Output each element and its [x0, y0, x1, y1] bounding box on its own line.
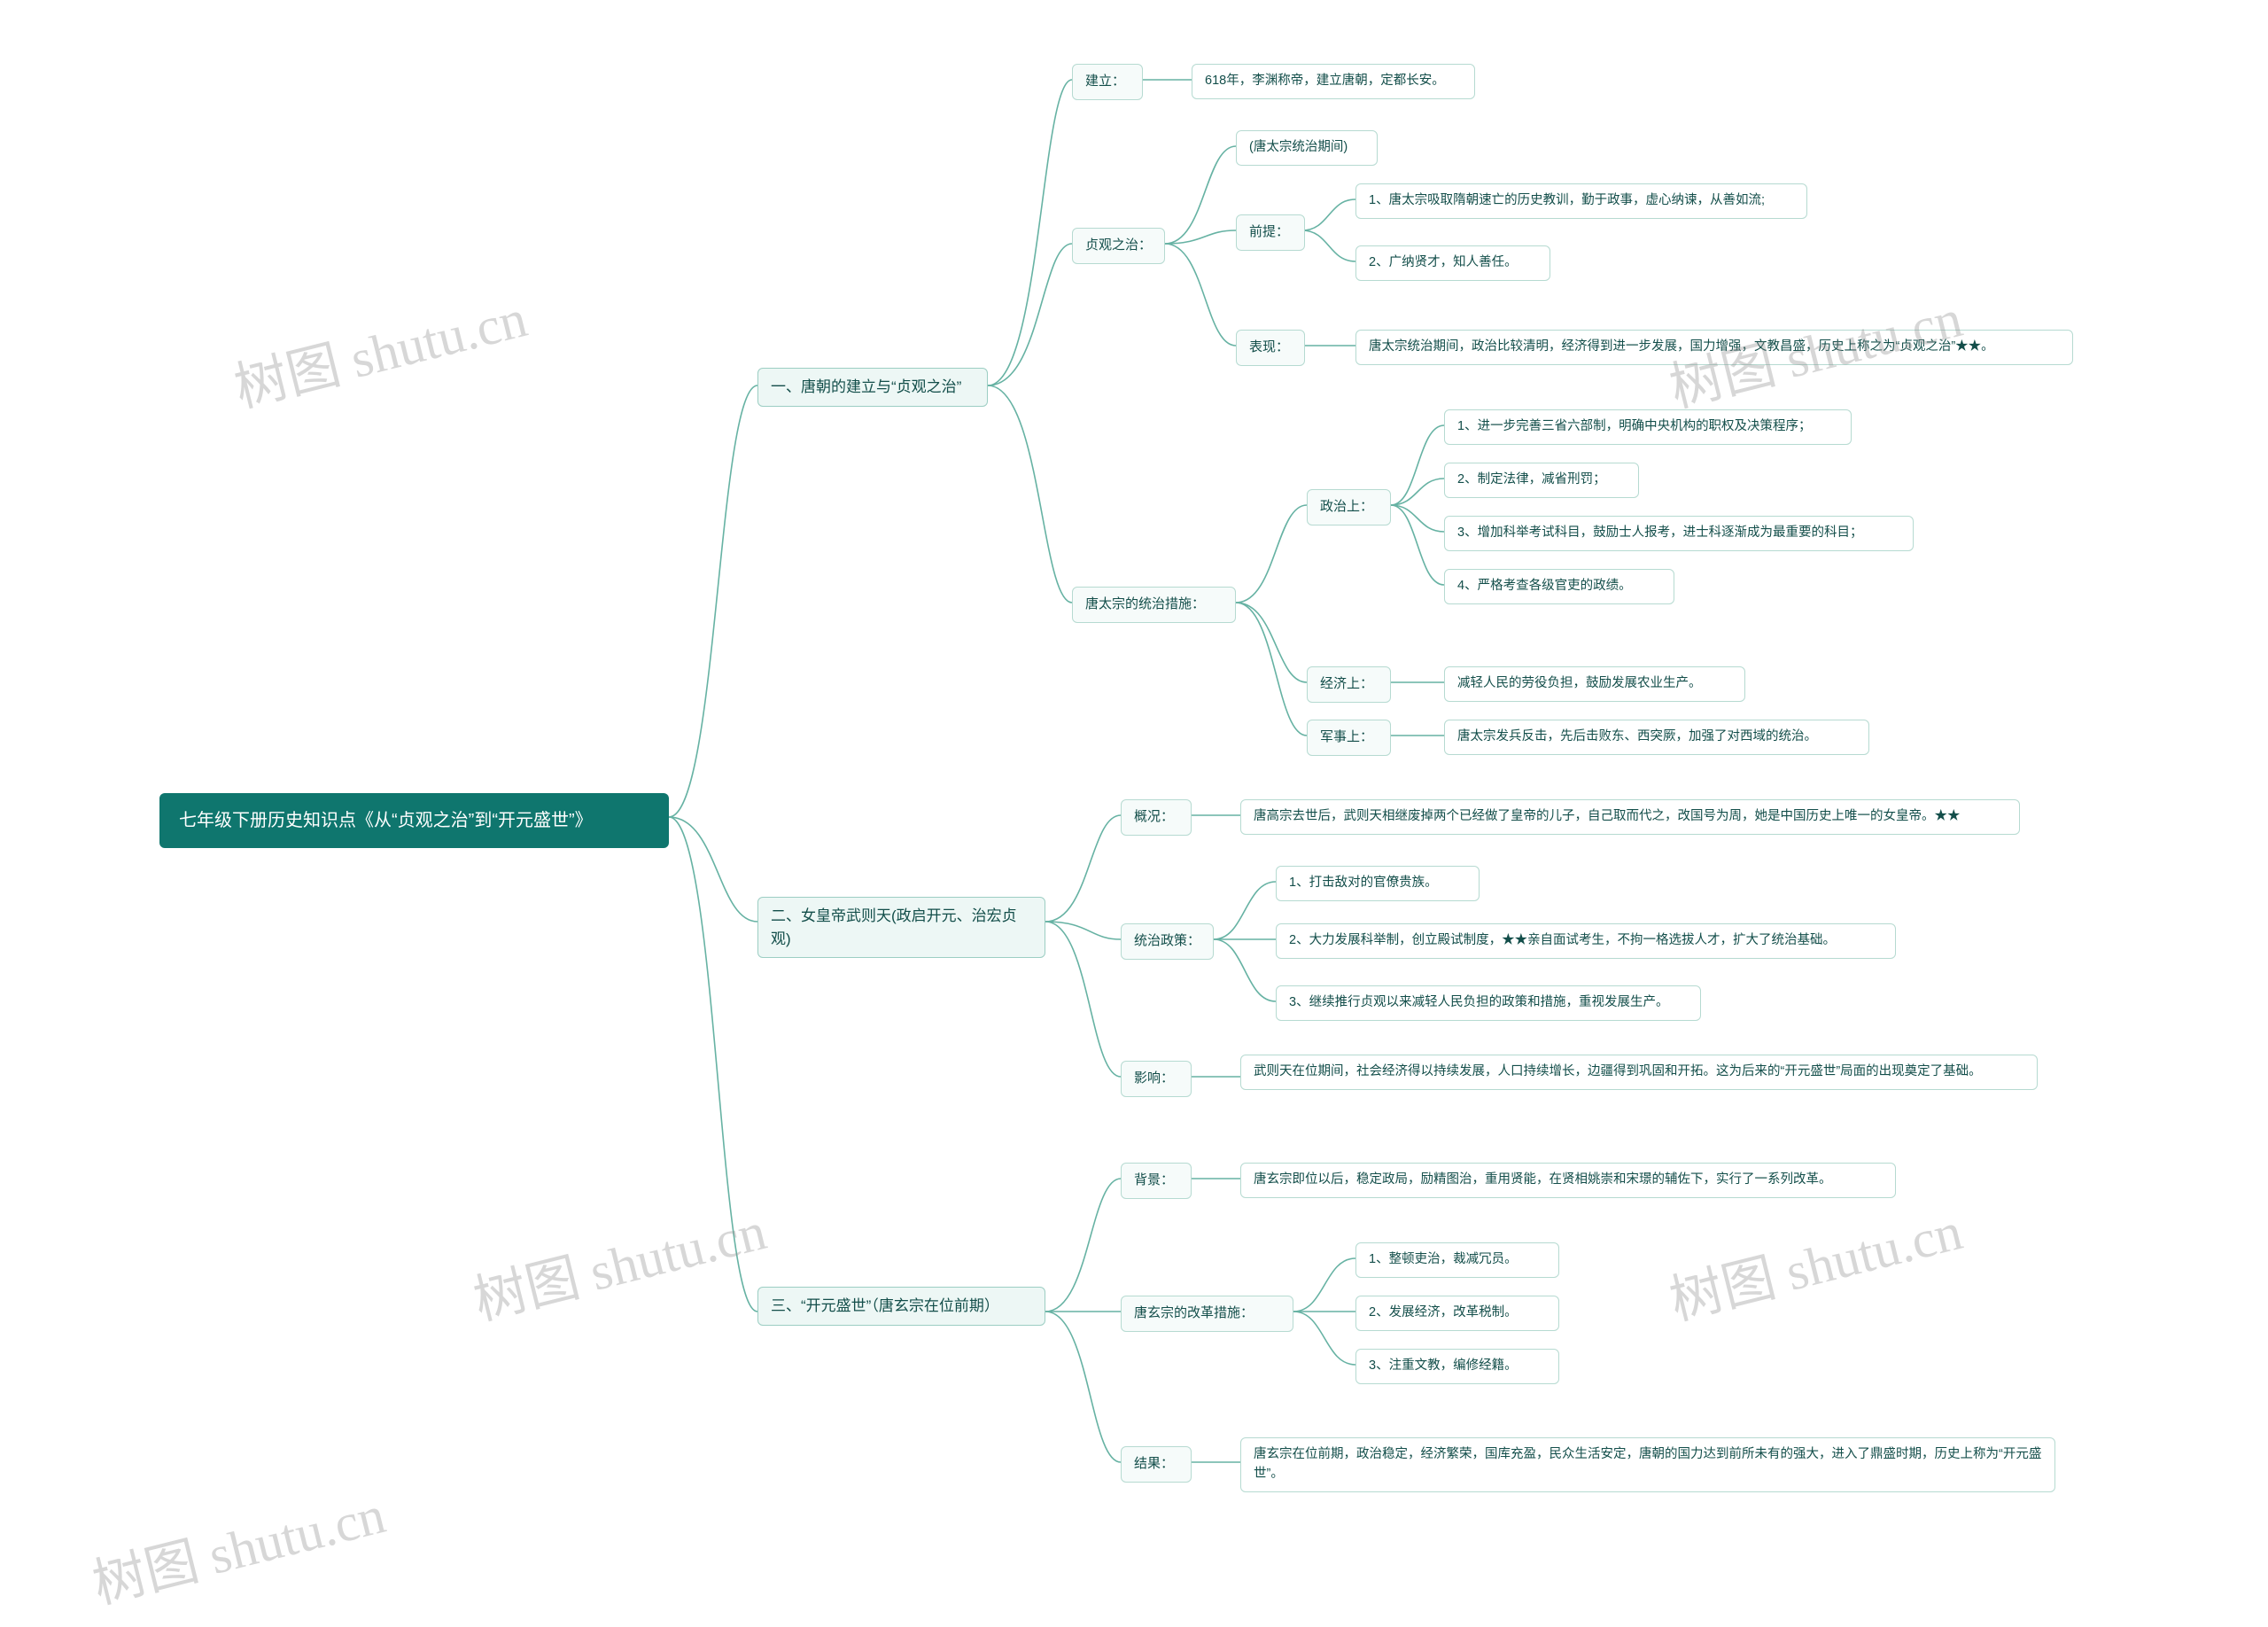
b1-measures-label[interactable]: 唐太宗的统治措施：	[1072, 587, 1236, 623]
b1-pol-4: 4、严格考查各级官吏的政绩。	[1444, 569, 1674, 604]
root-node[interactable]: 七年级下册历史知识点《从“贞观之治”到“开元盛世”》	[159, 793, 669, 848]
b3-result: 唐玄宗在位前期，政治稳定，经济繁荣，国库充盈，民众生活安定，唐朝的国力达到前所未…	[1240, 1437, 2055, 1492]
b1-establish-label[interactable]: 建立：	[1072, 64, 1143, 100]
branch-3[interactable]: 三、“开元盛世”（唐玄宗在位前期）	[757, 1287, 1045, 1326]
b1-pol-3: 3、增加科举考试科目，鼓励士人报考，进士科逐渐成为最重要的科目；	[1444, 516, 1914, 551]
b1-pre-1: 1、唐太宗吸取隋朝速亡的历史教训，勤于政事，虚心纳谏，从善如流;	[1355, 183, 1807, 219]
b1-perf-label[interactable]: 表现：	[1236, 330, 1305, 366]
b2-overview: 唐高宗去世后，武则天相继废掉两个已经做了皇帝的儿子，自己取而代之，改国号为周，她…	[1240, 799, 2020, 835]
b2-policy-2: 2、大力发展科举制，创立殿试制度，★★亲自面试考生，不拘一格选拔人才，扩大了统治…	[1276, 923, 1896, 959]
branch-1[interactable]: 一、唐朝的建立与“贞观之治”	[757, 368, 988, 407]
b2-overview-label[interactable]: 概况：	[1121, 799, 1192, 836]
b1-mil: 唐太宗发兵反击，先后击败东、西突厥，加强了对西域的统治。	[1444, 720, 1869, 755]
b1-pol-label[interactable]: 政治上：	[1307, 489, 1391, 525]
b2-policy-3: 3、继续推行贞观以来减轻人民负担的政策和措施，重视发展生产。	[1276, 985, 1701, 1021]
b2-impact: 武则天在位期间，社会经济得以持续发展，人口持续增长，边疆得到巩固和开拓。这为后来…	[1240, 1055, 2038, 1090]
b1-zhenguan-label[interactable]: 贞观之治：	[1072, 228, 1165, 264]
b1-eco: 减轻人民的劳役负担，鼓励发展农业生产。	[1444, 666, 1745, 702]
branch-2[interactable]: 二、女皇帝武则天(政启开元、治宏贞观)	[757, 897, 1045, 958]
b2-policy-1: 1、打击敌对的官僚贵族。	[1276, 866, 1480, 901]
b3-r1: 1、整顿吏治，裁减冗员。	[1355, 1242, 1559, 1278]
b2-policy-label[interactable]: 统治政策：	[1121, 923, 1214, 960]
b1-eco-label[interactable]: 经济上：	[1307, 666, 1391, 703]
b1-pol-1: 1、进一步完善三省六部制，明确中央机构的职权及决策程序；	[1444, 409, 1852, 445]
b3-result-label[interactable]: 结果：	[1121, 1446, 1192, 1483]
b1-pre-2: 2、广纳贤才，知人善任。	[1355, 245, 1550, 281]
b1-zhenguan-period: (唐太宗统治期间)	[1236, 130, 1378, 166]
b3-reform-label[interactable]: 唐玄宗的改革措施：	[1121, 1296, 1293, 1332]
b2-impact-label[interactable]: 影响：	[1121, 1061, 1192, 1097]
b1-perf: 唐太宗统治期间，政治比较清明，经济得到进一步发展，国力增强，文教昌盛，历史上称之…	[1355, 330, 2073, 365]
b3-bg: 唐玄宗即位以后，稳定政局，励精图治，重用贤能，在贤相姚崇和宋璟的辅佐下，实行了一…	[1240, 1163, 1896, 1198]
b3-r3: 3、注重文教，编修经籍。	[1355, 1349, 1559, 1384]
b1-establish-text: 618年，李渊称帝，建立唐朝，定都长安。	[1192, 64, 1475, 99]
b3-r2: 2、发展经济，改革税制。	[1355, 1296, 1559, 1331]
b1-pol-2: 2、制定法律，减省刑罚；	[1444, 463, 1639, 498]
b1-pre-label[interactable]: 前提：	[1236, 214, 1305, 251]
b3-bg-label[interactable]: 背景：	[1121, 1163, 1192, 1199]
b1-mil-label[interactable]: 军事上：	[1307, 720, 1391, 756]
